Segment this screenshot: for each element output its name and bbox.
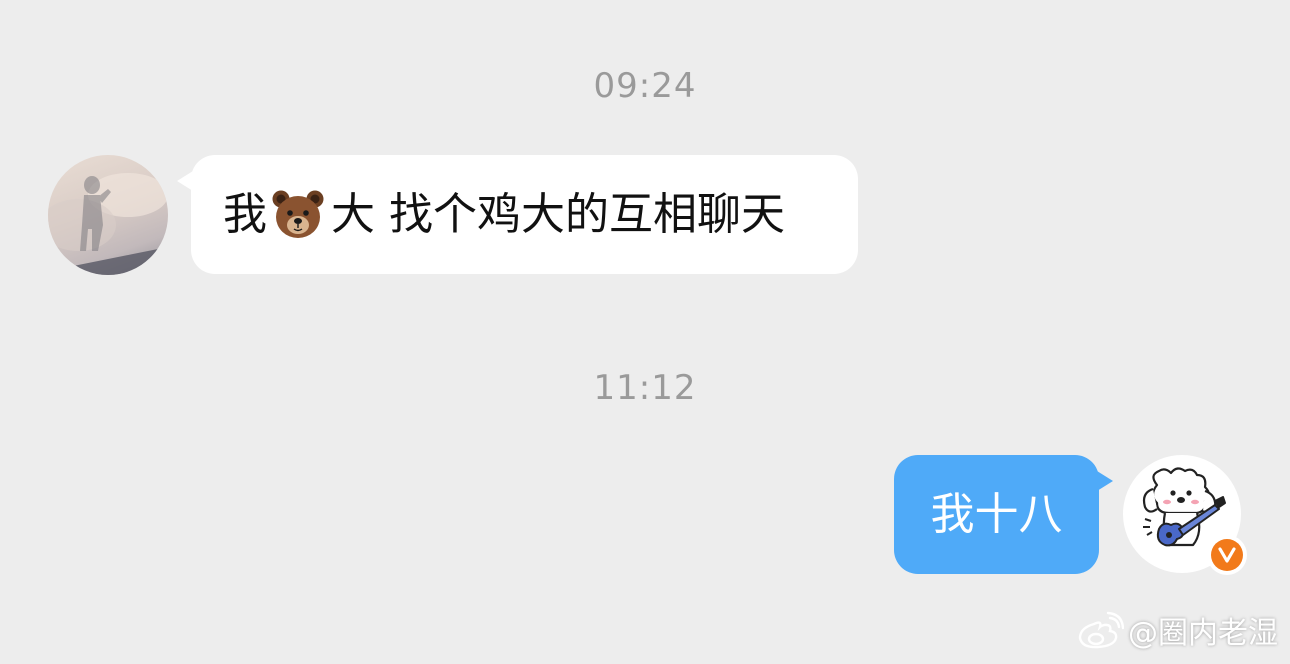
timestamp-first: 09:24: [593, 66, 697, 106]
verified-badge: [1207, 535, 1247, 575]
watermark: @圈内老湿: [1074, 608, 1278, 652]
bear-face-icon: [272, 190, 324, 238]
user-avatar[interactable]: [1123, 455, 1247, 575]
contact-avatar[interactable]: [48, 155, 168, 275]
message-text: 我十八: [930, 488, 1063, 540]
watermark-text: @圈内老湿: [1128, 616, 1278, 651]
verified-v-icon: [1218, 547, 1236, 563]
incoming-message-bubble[interactable]: 我 大 找个鸡大的互相聊天: [177, 155, 858, 274]
outgoing-message-bubble[interactable]: 我十八: [894, 455, 1113, 574]
silhouette-image: [48, 173, 168, 275]
message-text-suffix: 大 找个鸡大的互相聊天: [331, 188, 785, 240]
weibo-logo-icon: [1078, 611, 1124, 649]
message-text-prefix: 我: [223, 188, 267, 240]
timestamp-second: 11:12: [593, 368, 697, 408]
